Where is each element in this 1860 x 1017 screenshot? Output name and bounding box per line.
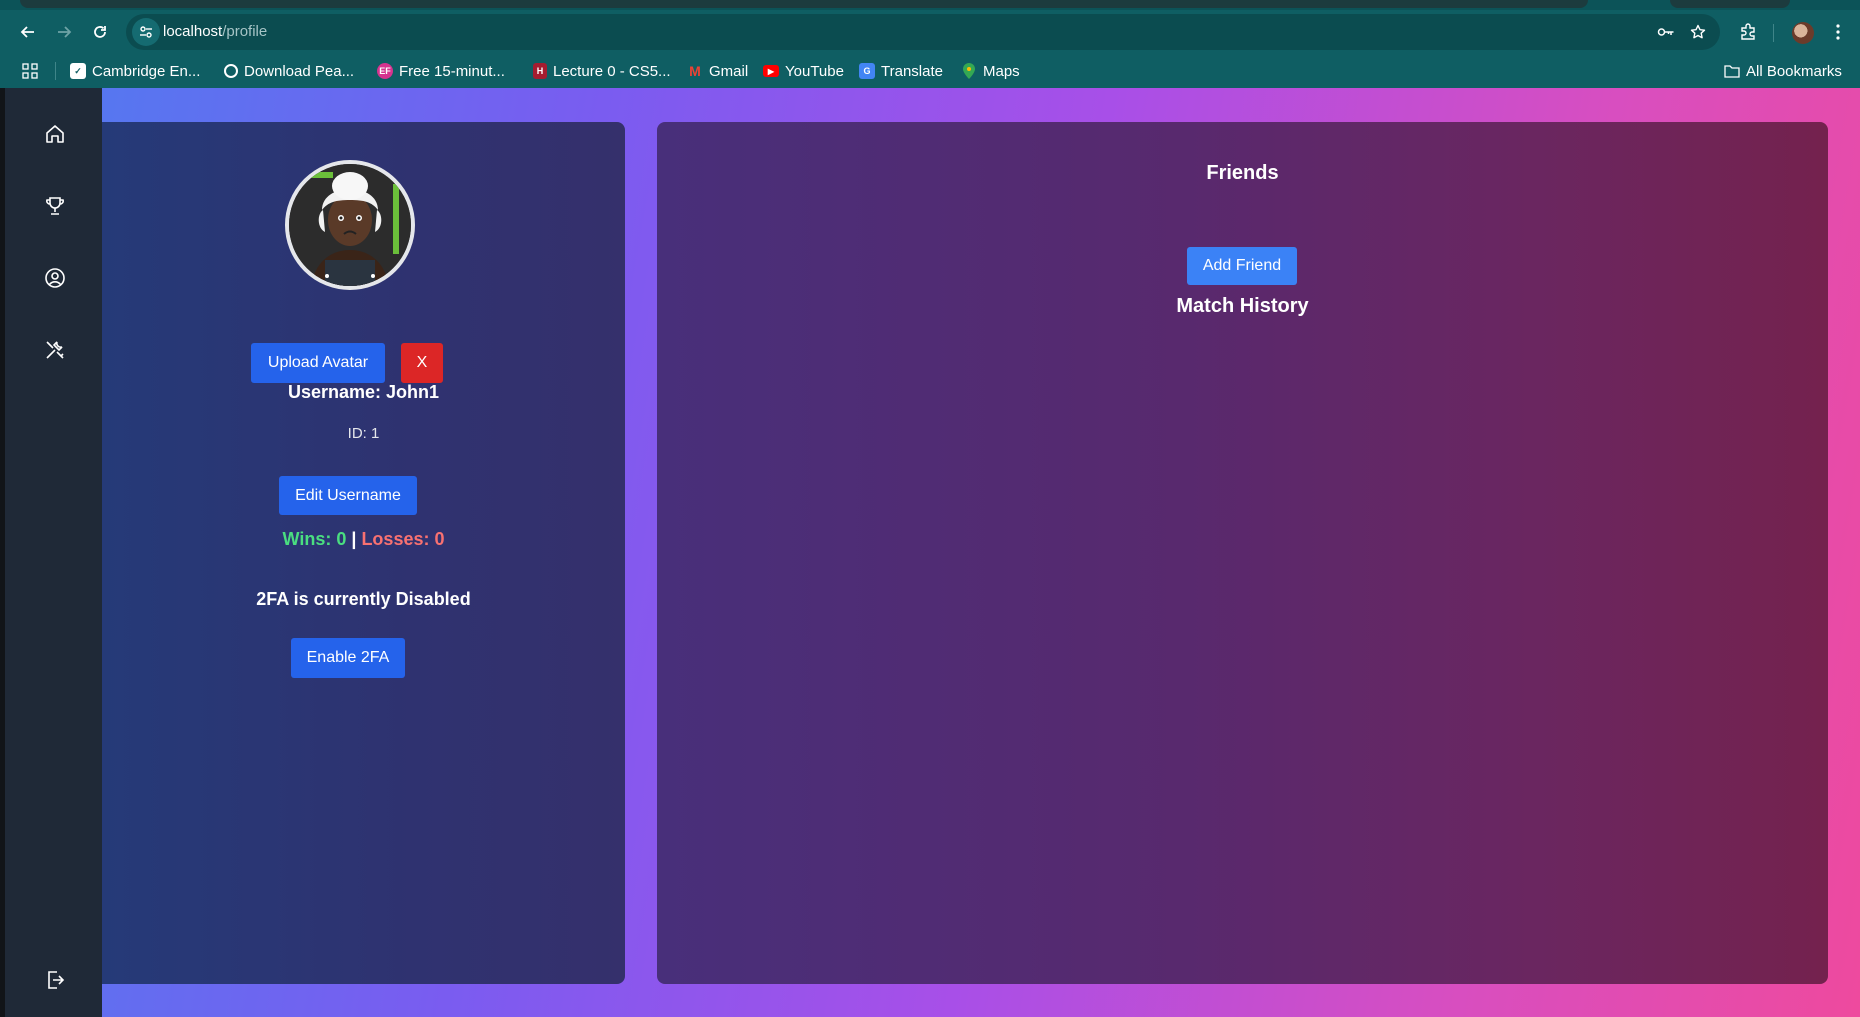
- enable-2fa-button[interactable]: Enable 2FA: [291, 638, 405, 678]
- active-tab[interactable]: [20, 0, 1588, 8]
- translate-icon: G: [859, 63, 875, 79]
- url-path: /profile: [222, 23, 268, 40]
- bookmark-label: Gmail: [709, 62, 749, 80]
- bookmark-label: Translate: [881, 62, 943, 80]
- forward-button[interactable]: [50, 18, 78, 46]
- bookmark-free-15[interactable]: EF Free 15-minut...: [377, 60, 505, 82]
- bookmark-label: Free 15-minut...: [399, 62, 505, 80]
- toolbar-divider: [1773, 24, 1774, 42]
- losses-count: Losses: 0: [361, 529, 445, 549]
- forward-arrow-icon: [58, 26, 72, 38]
- edit-username-button[interactable]: Edit Username: [279, 476, 417, 515]
- bookmark-label: YouTube: [785, 62, 844, 80]
- sidebar-logout[interactable]: [43, 968, 67, 992]
- user-avatar: [285, 160, 415, 290]
- site-info-button[interactable]: [132, 18, 160, 46]
- bookmark-label: Maps: [983, 62, 1020, 80]
- upload-avatar-button[interactable]: Upload Avatar: [251, 343, 385, 383]
- folder-icon: [1724, 65, 1740, 78]
- wins-count: Wins: 0: [282, 529, 347, 549]
- social-card: Friends Add Friend Match History: [657, 122, 1828, 984]
- extensions-icon[interactable]: [1734, 18, 1762, 46]
- friends-title: Friends: [1206, 162, 1279, 184]
- tab-strip: [0, 0, 1860, 10]
- bookmark-youtube[interactable]: ▶ YouTube: [763, 60, 844, 82]
- checkbox-icon: ✓: [70, 63, 86, 79]
- remove-avatar-button[interactable]: X: [401, 343, 443, 383]
- sidebar-item-profile[interactable]: [43, 266, 67, 290]
- trophy-icon: [46, 197, 64, 215]
- globe-icon: [224, 64, 238, 78]
- tune-icon: [140, 26, 152, 38]
- home-icon: [46, 125, 64, 143]
- sidebar: [5, 88, 102, 1017]
- menu-kebab-icon[interactable]: [1824, 18, 1852, 46]
- bookmark-maps[interactable]: Maps: [961, 60, 1020, 82]
- user-circle-icon: [45, 268, 65, 288]
- browser-toolbar: localhost/profile: [0, 10, 1860, 54]
- add-friend-button[interactable]: Add Friend: [1187, 247, 1297, 285]
- url-host: localhost: [163, 23, 223, 40]
- logout-icon: [48, 971, 65, 989]
- reload-icon: [94, 26, 106, 38]
- all-bookmarks-button[interactable]: All Bookmarks: [1724, 60, 1842, 82]
- stats-separator: |: [351, 529, 357, 549]
- user-id-text: ID: 1: [347, 425, 380, 442]
- url-text: localhost/profile: [163, 23, 267, 40]
- tools-icon: [46, 341, 64, 359]
- bookmark-download[interactable]: Download Pea...: [224, 60, 354, 82]
- bookmark-label: Cambridge En...: [92, 62, 201, 80]
- bookmark-cambridge[interactable]: ✓ Cambridge En...: [70, 60, 200, 82]
- gmail-icon: M: [689, 63, 701, 79]
- twofa-status: 2FA is currently Disabled: [256, 589, 471, 609]
- username-text: Username: John1: [287, 382, 440, 402]
- profile-avatar[interactable]: [1792, 22, 1814, 44]
- bookmark-lecture[interactable]: H Lecture 0 - CS5...: [533, 60, 671, 82]
- maps-icon: [961, 63, 977, 79]
- bookmarks-divider: [55, 62, 56, 80]
- bookmark-gmail[interactable]: M Gmail: [687, 60, 748, 82]
- password-key-icon[interactable]: [1656, 22, 1676, 42]
- back-arrow-icon: [20, 26, 34, 38]
- back-button[interactable]: [14, 18, 42, 46]
- address-bar[interactable]: localhost/profile: [126, 14, 1720, 50]
- sidebar-item-settings[interactable]: [43, 338, 67, 362]
- ef-icon: EF: [377, 63, 393, 79]
- win-loss-stats: Wins: 0 | Losses: 0: [102, 529, 625, 550]
- reload-button[interactable]: [86, 18, 114, 46]
- all-bookmarks-label: All Bookmarks: [1746, 62, 1842, 80]
- sidebar-item-home[interactable]: [43, 122, 67, 146]
- apps-grid-icon[interactable]: [22, 60, 38, 82]
- tab-strip-edge: [1670, 0, 1790, 8]
- bookmarks-bar: ✓ Cambridge En... Download Pea... EF Fre…: [0, 54, 1860, 88]
- youtube-icon: ▶: [763, 65, 779, 77]
- bookmark-star-icon[interactable]: [1688, 22, 1708, 42]
- avatar-illustration: [289, 164, 411, 286]
- bookmark-label: Download Pea...: [244, 62, 355, 80]
- match-history-title: Match History: [1176, 295, 1309, 317]
- sidebar-item-leaderboard[interactable]: [43, 194, 67, 218]
- harvard-icon: H: [533, 63, 547, 79]
- bookmark-label: Lecture 0 - CS5...: [553, 62, 671, 80]
- bookmark-translate[interactable]: G Translate: [859, 60, 943, 82]
- page-background: Upload Avatar X Username: John1 ID: 1 Ed…: [0, 88, 1860, 1017]
- profile-card: Upload Avatar X Username: John1 ID: 1 Ed…: [102, 122, 625, 984]
